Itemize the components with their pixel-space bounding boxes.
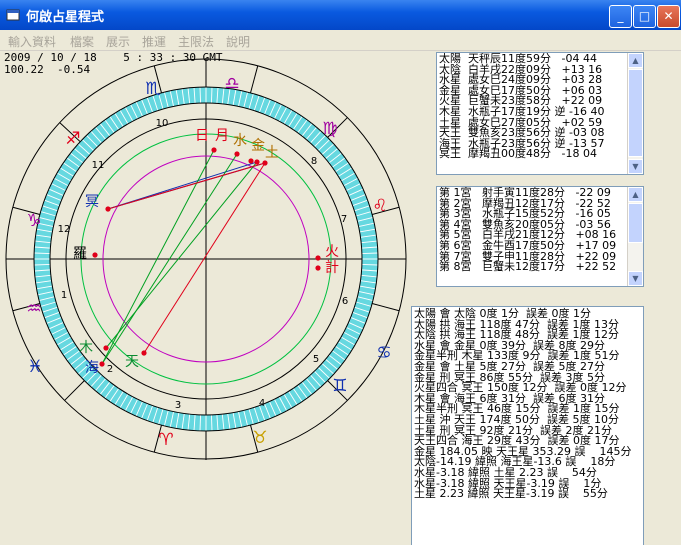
- app-window: 何啟占星程式 _ □ ✕ 輸入資料 檔案 展示 推運 主限法 說明 2009 /…: [0, 0, 681, 545]
- planet-glyph-label: 月: [215, 128, 229, 144]
- menu-display[interactable]: 展示: [106, 33, 130, 50]
- house-number-label: 6: [342, 296, 348, 307]
- horoscope-wheel: ♏ ♎♍♌♋♊♉♈♓♑♐♒123 45678101112日月水金土冥羅木海 天火計: [5, 58, 407, 460]
- degree-tick: [199, 414, 202, 431]
- zodiac-sign-icon: ♊: [332, 376, 347, 396]
- house-number-label: 1: [61, 290, 67, 301]
- title-bar[interactable]: 何啟占星程式 _ □ ✕: [0, 0, 681, 30]
- scroll-up-arrow-icon[interactable]: ▲: [628, 53, 643, 68]
- house-number-label: 8: [311, 156, 317, 167]
- minimize-button[interactable]: _: [609, 5, 632, 28]
- house-number-label: 7: [341, 214, 347, 225]
- zodiac-sign-icon: ♋: [376, 343, 391, 363]
- menu-file[interactable]: 檔案: [70, 33, 94, 50]
- planet-dot: [315, 265, 321, 271]
- degree-tick: [210, 87, 213, 104]
- sign-divider: [250, 65, 259, 93]
- planet-glyph-label: 土: [265, 145, 279, 161]
- menu-bar: 輸入資料 檔案 展示 推運 主限法 說明: [0, 30, 681, 51]
- planet-dot: [248, 158, 254, 164]
- house-number-label: 10: [156, 118, 169, 129]
- scroll-thumb[interactable]: [628, 69, 643, 157]
- degree-tick: [361, 252, 378, 255]
- planet-glyph-label: 計: [325, 260, 339, 276]
- planet-dot: [254, 159, 260, 165]
- planet-list-scrollbar[interactable]: ▲ ▼: [627, 53, 643, 174]
- planet-glyph-label: 冥: [85, 194, 99, 210]
- planet-glyph-label: 水: [233, 133, 247, 149]
- sign-divider: [372, 303, 400, 312]
- house-number-label: 12: [58, 224, 71, 235]
- horoscope-chart: ♏ ♎ ♍ ♌ ♋ ♊ ♉ ♈ ♓ ♑ ♐ ♒ 1 2 3 4 5 6 7 8 10 11 12 日月水金土冥羅木海天火計: [0, 52, 410, 545]
- planet-dot: [141, 350, 147, 356]
- planet-dot: [92, 252, 98, 258]
- zodiac-sign-icon: ♒: [26, 299, 41, 319]
- house-cusp-list[interactable]: 第 1宮 射手寅11度28分 -22 09 第 2宮 摩羯丑12度17分 -22 …: [436, 186, 644, 287]
- house-number-label: 11: [92, 160, 105, 171]
- close-button[interactable]: ✕: [657, 5, 680, 28]
- house-number-label: 3: [175, 400, 181, 411]
- planet-dot: [234, 151, 240, 157]
- app-icon: [6, 9, 20, 21]
- maximize-button[interactable]: □: [633, 5, 656, 28]
- planet-dot: [211, 147, 217, 153]
- window-title: 何啟占星程式: [26, 10, 105, 25]
- zodiac-sign-icon: ♏: [145, 79, 160, 99]
- menu-input-data[interactable]: 輸入資料: [8, 33, 56, 50]
- house-row[interactable]: 第 8宮 巨蟹未12度17分 +22 52: [437, 261, 643, 273]
- degree-tick: [361, 263, 378, 266]
- sign-divider: [64, 380, 85, 401]
- menu-help[interactable]: 說明: [226, 33, 250, 50]
- planet-glyph-label: 羅: [73, 246, 87, 262]
- planet-dot: [105, 206, 111, 212]
- scroll-thumb[interactable]: [628, 203, 643, 243]
- planet-glyph-label: 天: [125, 354, 139, 370]
- zodiac-sign-icon: ♑: [26, 211, 41, 231]
- house-number-label: 2: [107, 364, 113, 375]
- degree-tick: [199, 87, 202, 104]
- planet-dot: [262, 160, 268, 166]
- zodiac-sign-icon: ♐: [65, 129, 80, 149]
- planet-glyph-label: 木: [79, 340, 93, 356]
- planet-glyph-label: 日: [195, 128, 209, 144]
- scroll-up-arrow-icon[interactable]: ▲: [628, 187, 643, 202]
- scroll-down-arrow-icon[interactable]: ▼: [628, 159, 643, 174]
- planet-dot: [103, 345, 109, 351]
- zodiac-sign-icon: ♍: [322, 119, 337, 139]
- aspect-row[interactable]: 土星 2.23 緯照 天王星-3.19 誤 55分: [412, 488, 643, 500]
- zodiac-sign-icon: ♉: [252, 428, 267, 448]
- planet-position-list[interactable]: 太陽 天秤辰11度59分 -04 44 太陰 白羊戌22度09分 +13 16 水星…: [436, 52, 644, 175]
- planet-glyph-label: 金: [251, 138, 265, 154]
- aspect-list[interactable]: 太陽 會 太陰 0度 1分 誤差 0度 1分 太陽 拱 海王 118度 47分 誤…: [411, 306, 644, 545]
- degree-tick: [34, 263, 51, 266]
- zodiac-sign-icon: ♌: [372, 196, 387, 216]
- planet-glyph-label: 海: [85, 360, 99, 376]
- zodiac-sign-icon: ♓: [27, 357, 42, 377]
- planet-row[interactable]: 冥王 摩羯丑00度48分 -18 04: [437, 149, 643, 160]
- planet-dot: [315, 255, 321, 261]
- house-number-label: 4: [259, 398, 265, 409]
- house-number-label: 5: [313, 354, 319, 365]
- planet-glyph-label: 火: [325, 244, 339, 260]
- zodiac-sign-icon: ♈: [158, 430, 173, 450]
- house-list-scrollbar[interactable]: ▲ ▼: [627, 187, 643, 286]
- scroll-down-arrow-icon[interactable]: ▼: [628, 271, 643, 286]
- aspect-line: [105, 161, 258, 349]
- degree-tick: [34, 252, 51, 255]
- menu-primary-direction[interactable]: 主限法: [178, 33, 214, 50]
- zodiac-sign-icon: ♎: [224, 74, 239, 94]
- planet-dot: [99, 361, 105, 367]
- menu-progression[interactable]: 推運: [142, 33, 166, 50]
- degree-tick: [210, 414, 213, 431]
